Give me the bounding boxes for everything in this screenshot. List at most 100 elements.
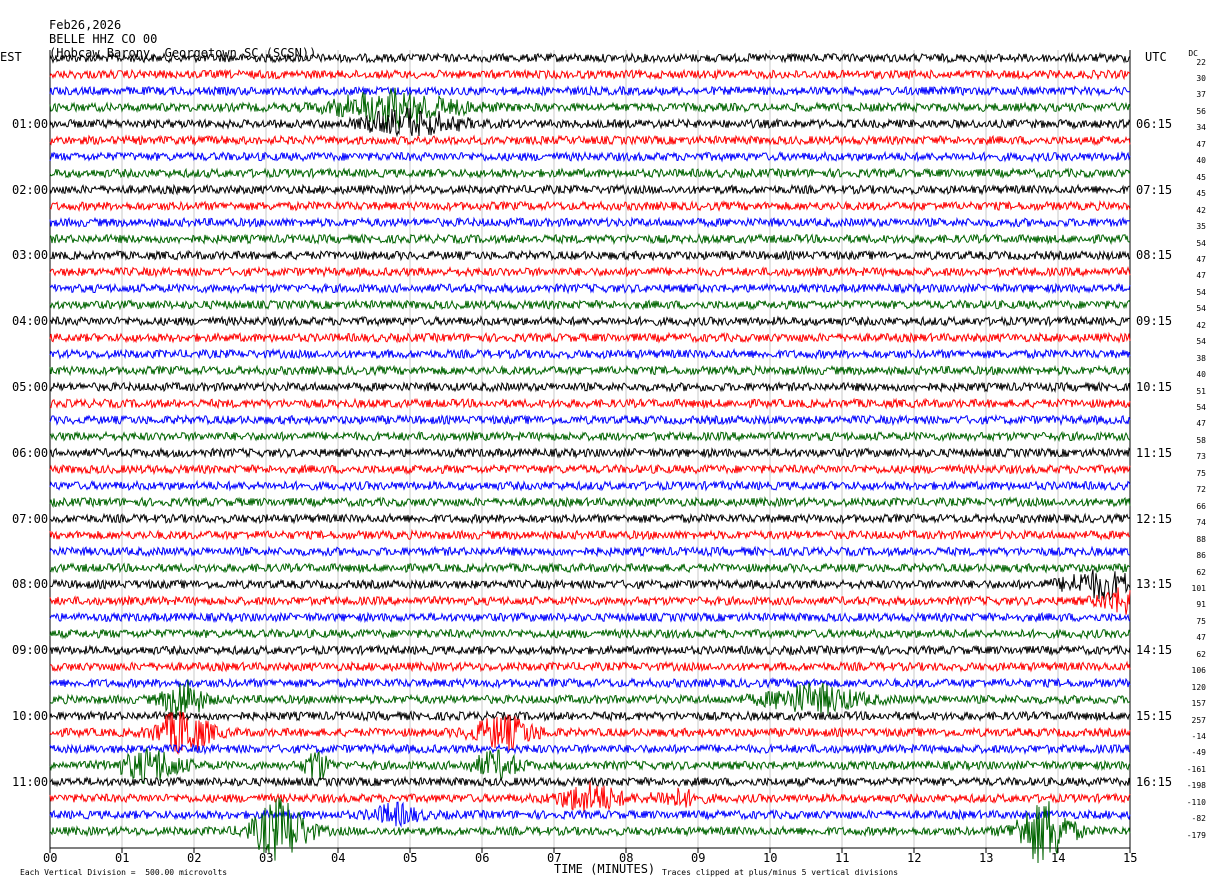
trace-row-34 <box>49 611 1131 624</box>
x-tick-label: 12 <box>907 851 922 865</box>
right-time-label: 07:15 <box>1136 182 1173 197</box>
trace-row-17 <box>49 331 1131 344</box>
right-time-label: 11:15 <box>1136 445 1173 460</box>
dc-offset-label: 40 <box>1196 370 1206 380</box>
right-time-label: 10:15 <box>1136 380 1173 394</box>
trace-row-10 <box>49 216 1131 229</box>
trace-row-4 <box>49 107 1131 138</box>
x-tick-label: 13 <box>979 851 994 865</box>
dc-offset-label: -198 <box>1186 781 1206 791</box>
dc-offset-label: 58 <box>1196 435 1206 445</box>
right-time-label: 12:15 <box>1136 511 1173 526</box>
dc-offset-label: 45 <box>1196 172 1206 182</box>
trace-row-5 <box>49 134 1131 147</box>
dc-offset-label: 72 <box>1196 485 1206 495</box>
left-time-label: 01:00 <box>12 116 49 131</box>
trace-row-1 <box>49 68 1131 81</box>
right-time-label: 15:15 <box>1136 709 1173 723</box>
x-axis-title: TIME (MINUTES) <box>554 862 656 876</box>
left-time-label: 03:00 <box>12 248 49 263</box>
x-tick-label: 06 <box>475 851 490 865</box>
left-time-label: 02:00 <box>12 182 49 197</box>
trace-row-20 <box>49 381 1131 393</box>
trace-row-29 <box>49 528 1131 541</box>
trace-row-16 <box>49 315 1131 328</box>
dc-offset-label: 54 <box>1196 287 1206 297</box>
dc-offset-label: 157 <box>1191 699 1206 709</box>
trace-row-18 <box>49 347 1131 361</box>
right-time-label: 16:15 <box>1136 774 1173 789</box>
dc-offset-label: 47 <box>1196 271 1206 281</box>
dc-offset-label: 54 <box>1196 403 1206 412</box>
footer-scale: Each Vertical Division = 500.00 microvol… <box>20 868 228 877</box>
trace-row-26 <box>49 479 1131 492</box>
trace-row-13 <box>49 265 1131 278</box>
dc-offset-label: 30 <box>1196 74 1206 83</box>
left-time-label: 09:00 <box>12 643 49 658</box>
dc-offset-label: 47 <box>1196 419 1206 429</box>
right-time-label: 06:15 <box>1136 116 1173 131</box>
trace-row-0 <box>49 51 1131 64</box>
trace-row-39 <box>49 679 1131 717</box>
trace-row-21 <box>49 397 1131 410</box>
left-time-label: 05:00 <box>12 380 49 394</box>
trace-row-24 <box>49 446 1131 459</box>
x-tick-label: 02 <box>187 851 202 865</box>
x-tick-label: 09 <box>691 851 706 865</box>
trace-row-37 <box>49 660 1131 673</box>
x-tick-label: 10 <box>763 851 778 865</box>
dc-offset-label: 56 <box>1196 106 1206 116</box>
dc-offset-label: 34 <box>1196 123 1206 133</box>
trace-row-11 <box>49 233 1131 245</box>
left-time-label: 08:00 <box>12 577 49 592</box>
dc-offset-label: 106 <box>1191 666 1206 676</box>
dc-offset-label: 45 <box>1196 189 1206 199</box>
helicorder-plot <box>49 50 1131 864</box>
x-tick-label: 11 <box>835 851 850 865</box>
trace-row-23 <box>49 430 1131 443</box>
trace-row-42 <box>49 742 1131 756</box>
trace-row-36 <box>49 644 1131 657</box>
dc-offset-label: 54 <box>1196 337 1206 347</box>
trace-row-2 <box>49 85 1131 97</box>
dc-offset-label: 62 <box>1196 649 1206 659</box>
x-tick-label: 00 <box>43 851 58 865</box>
trace-row-45 <box>49 781 1131 814</box>
dc-offset-label: 42 <box>1196 205 1206 215</box>
x-tick-label: 05 <box>403 851 418 865</box>
trace-row-40 <box>49 710 1131 722</box>
dc-offset-label: -161 <box>1186 764 1206 774</box>
x-tick-label: 03 <box>259 851 274 865</box>
trace-row-27 <box>49 496 1131 509</box>
trace-row-31 <box>49 561 1131 575</box>
trace-row-25 <box>49 463 1131 476</box>
dc-offset-label: 75 <box>1196 616 1206 626</box>
dc-offset-label: 40 <box>1196 156 1206 166</box>
trace-row-15 <box>49 298 1131 311</box>
right-time-label: 14:15 <box>1136 643 1173 658</box>
dc-offset-label: 75 <box>1196 468 1206 478</box>
right-time-label: 13:15 <box>1136 577 1173 592</box>
dc-offset-label: 47 <box>1196 139 1206 149</box>
trace-row-47 <box>49 797 1131 864</box>
left-time-label: 06:00 <box>12 445 49 460</box>
trace-row-7 <box>49 167 1131 180</box>
trace-row-6 <box>49 150 1131 163</box>
dc-offset-label: -49 <box>1191 748 1206 758</box>
dc-offset-label: 86 <box>1196 551 1206 561</box>
trace-row-38 <box>49 677 1131 690</box>
x-tick-label: 01 <box>115 851 130 865</box>
dc-offset-label: 42 <box>1196 320 1206 330</box>
x-tick-label: 14 <box>1051 851 1066 865</box>
right-time-label: 08:15 <box>1136 248 1173 263</box>
trace-row-14 <box>49 282 1131 295</box>
dc-offset-label: -14 <box>1191 732 1206 741</box>
dc-offset-label: -82 <box>1191 814 1206 824</box>
dc-offset-label: 35 <box>1196 222 1206 232</box>
footer-clip-note: Traces clipped at plus/minus 5 vertical … <box>662 868 899 877</box>
dc-offset-label: 37 <box>1196 90 1206 100</box>
dc-offset-label: 62 <box>1196 567 1206 577</box>
trace-row-35 <box>49 627 1131 640</box>
left-time-label: 10:00 <box>12 709 49 723</box>
dc-offset-label: 73 <box>1196 452 1206 462</box>
